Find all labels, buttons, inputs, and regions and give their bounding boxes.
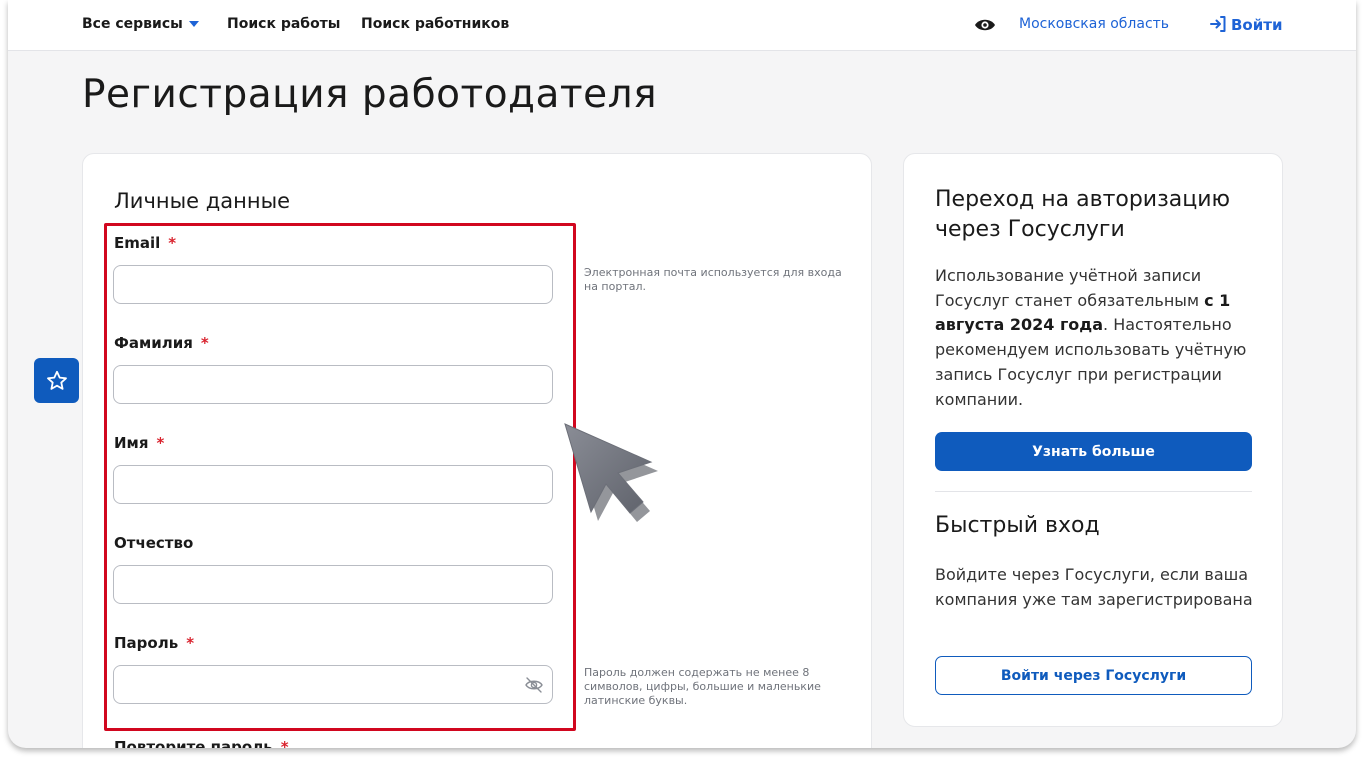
all-services-menu[interactable]: Все сервисы <box>82 16 199 32</box>
worker-search-link[interactable]: Поиск работников <box>361 16 509 32</box>
learn-more-button[interactable]: Узнать больше <box>935 432 1252 471</box>
page-title: Регистрация работодателя <box>82 72 658 117</box>
login-arrow-icon <box>1210 16 1226 32</box>
gosuslugi-title: Переход на авторизацию через Госуслуги <box>935 187 1231 242</box>
repeat-password-label-text: Повторите пароль <box>114 738 273 748</box>
middle-name-label: Отчество <box>114 534 194 552</box>
eye-icon[interactable] <box>974 15 996 35</box>
first-name-label-text: Имя <box>114 434 149 452</box>
section-title: Личные данные <box>114 189 291 213</box>
middle-name-input[interactable] <box>113 565 553 604</box>
star-icon <box>46 370 67 390</box>
browser-frame: Все сервисы Поиск работы Поиск работнико… <box>8 0 1356 748</box>
first-name-label: Имя * <box>114 434 164 452</box>
required-mark: * <box>200 334 209 352</box>
required-mark: * <box>280 738 289 748</box>
gosuslugi-login-button[interactable]: Войти через Госуслуги <box>935 656 1252 695</box>
favorite-button[interactable] <box>34 358 79 403</box>
email-hint: Электронная почта используется для входа… <box>584 266 842 293</box>
password-label: Пароль * <box>114 634 194 652</box>
top-navigation: Все сервисы Поиск работы Поиск работнико… <box>8 0 1356 51</box>
email-input[interactable] <box>113 265 553 304</box>
email-label: Email * <box>114 234 176 252</box>
password-hint: Пароль должен содержать не менее 8 симво… <box>584 666 821 707</box>
gosuslugi-text-start: Использование учётной записи Госуслуг ст… <box>935 266 1205 310</box>
login-link[interactable]: Войти <box>1209 15 1282 34</box>
repeat-password-label: Повторите пароль * <box>114 738 289 748</box>
quick-login-title: Быстрый вход <box>935 513 1100 538</box>
required-mark: * <box>168 234 177 252</box>
job-search-link[interactable]: Поиск работы <box>227 16 340 32</box>
first-name-input[interactable] <box>113 465 553 504</box>
all-services-label: Все сервисы <box>82 16 183 32</box>
last-name-label-text: Фамилия <box>114 334 193 352</box>
password-label-text: Пароль <box>114 634 179 652</box>
last-name-label: Фамилия * <box>114 334 209 352</box>
email-label-text: Email <box>114 234 161 252</box>
region-selector[interactable]: Московская область <box>1019 16 1169 32</box>
caret-down-icon <box>188 21 199 27</box>
last-name-input[interactable] <box>113 365 553 404</box>
required-mark: * <box>156 434 165 452</box>
gosuslugi-text: Использование учётной записи Госуслуг ст… <box>935 264 1265 412</box>
divider <box>935 491 1252 492</box>
personal-data-card: Личные данные Email * Электронная почта и… <box>82 153 872 748</box>
eye-slash-icon[interactable] <box>524 676 544 694</box>
login-label: Войти <box>1231 16 1283 34</box>
password-input[interactable] <box>113 665 553 704</box>
quick-login-text: Войдите через Госуслуги, если ваша компа… <box>935 565 1253 609</box>
gosuslugi-card: Переход на авторизацию через Госуслуги И… <box>903 153 1283 727</box>
required-mark: * <box>186 634 195 652</box>
